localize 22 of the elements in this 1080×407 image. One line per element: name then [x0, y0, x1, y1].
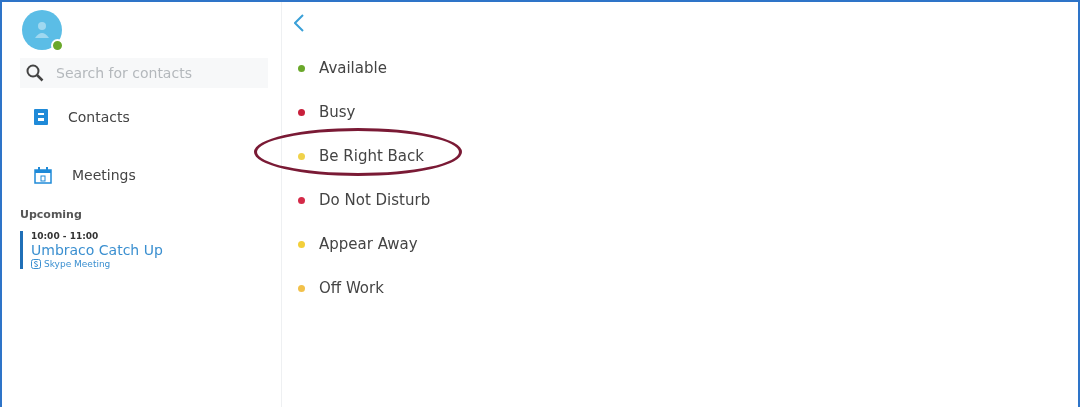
nav-item[interactable]: Meetings	[20, 146, 281, 204]
status-option[interactable]: Appear Away	[294, 222, 418, 266]
search-icon	[26, 64, 44, 82]
meeting-entry[interactable]: 10:00 - 11:00 Umbraco Catch Up Skype Meeting	[20, 231, 231, 269]
nav-item[interactable]: Contacts	[20, 88, 281, 146]
meeting-title: Umbraco Catch Up	[31, 242, 164, 258]
contact-book-icon	[34, 109, 48, 125]
presence-dot	[51, 39, 64, 52]
skype-icon	[31, 259, 41, 269]
status-option[interactable]: Available	[294, 46, 387, 90]
status-option[interactable]: Do Not Disturb	[294, 178, 431, 222]
section-heading: Upcoming	[20, 208, 83, 221]
search-field[interactable]: Search for contacts	[20, 58, 268, 88]
meeting-time: 10:00 - 11:00	[31, 231, 100, 241]
status-option[interactable]: Busy	[294, 90, 356, 134]
status-option[interactable]: Off Work	[294, 266, 384, 310]
status-option[interactable]: Be Right Back	[294, 134, 424, 178]
chevron-left-icon	[294, 14, 304, 32]
meeting-source: Skype Meeting	[44, 259, 111, 269]
calendar-icon	[34, 166, 52, 184]
person-icon	[34, 21, 50, 39]
user-avatar[interactable]	[22, 10, 62, 50]
